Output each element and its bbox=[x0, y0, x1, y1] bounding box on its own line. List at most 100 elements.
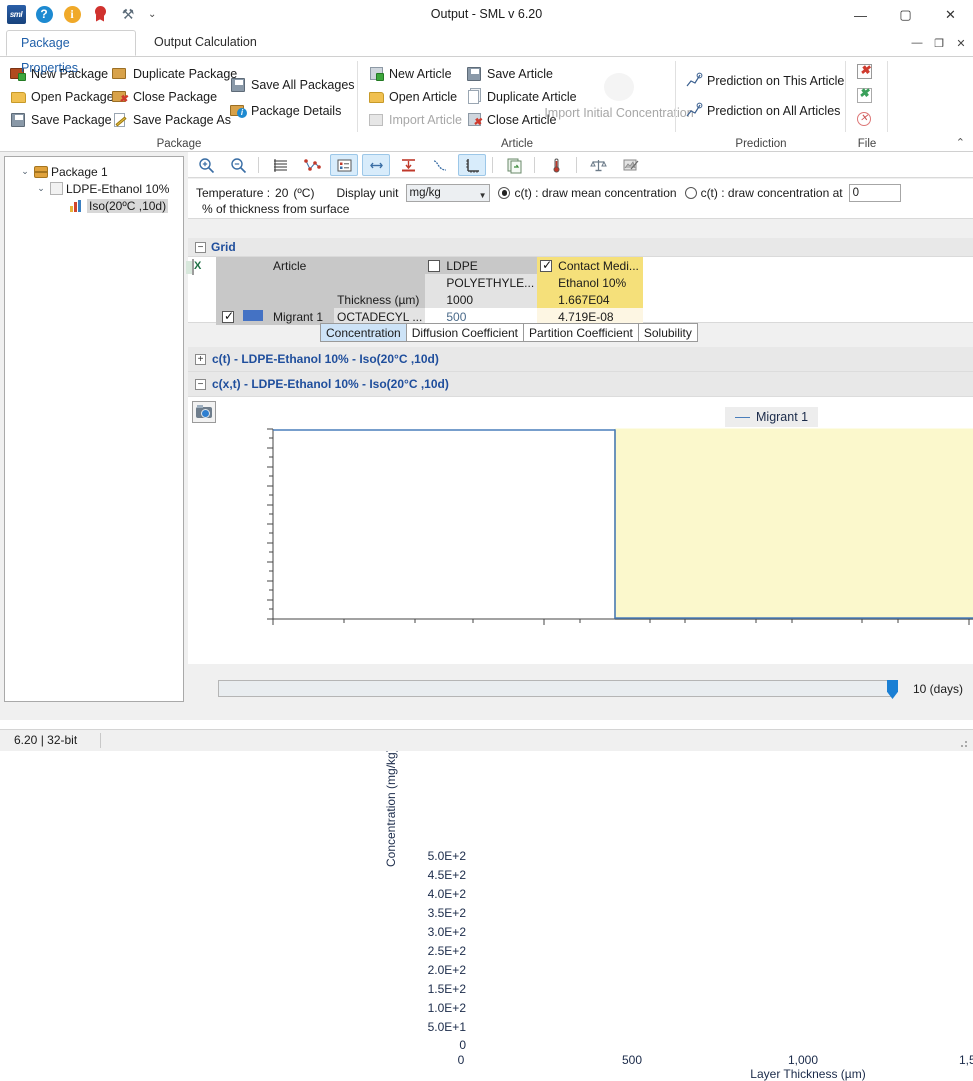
mdi-close-button[interactable]: ✕ bbox=[951, 34, 971, 52]
close-file-button[interactable]: ✖ bbox=[856, 63, 873, 80]
x-axis-range-icon[interactable] bbox=[362, 154, 390, 176]
time-slider-thumb[interactable] bbox=[887, 680, 898, 699]
section-ct[interactable]: + c(t) - LDPE-Ethanol 10% - Iso(20°C ,10… bbox=[188, 347, 973, 372]
package-details-button[interactable]: i Package Details bbox=[230, 102, 341, 119]
prediction-on-all-articles-button[interactable]: Prediction on All Articles bbox=[686, 102, 840, 119]
curve-smooth-icon[interactable] bbox=[426, 154, 454, 176]
chart-plot[interactable] bbox=[188, 397, 973, 664]
ribbon-group-file-label: File bbox=[846, 138, 888, 150]
section-expander-icon[interactable]: − bbox=[195, 379, 206, 390]
duplicate-article-button[interactable]: Duplicate Article bbox=[466, 88, 577, 105]
close-article-button[interactable]: ✖ Close Article bbox=[466, 111, 556, 128]
temperature-icon[interactable] bbox=[542, 154, 570, 176]
copy-chart-icon[interactable] bbox=[500, 154, 528, 176]
medium-material[interactable]: Ethanol 10% bbox=[555, 274, 643, 291]
display-unit-value: mg/kg bbox=[409, 187, 440, 199]
package-tree[interactable]: ⌄ Package 1 ⌄ LDPE-Ethanol 10% Iso(20ºC … bbox=[4, 156, 184, 702]
duplicate-package-button[interactable]: Duplicate Package bbox=[112, 65, 237, 82]
section-cxt[interactable]: − c(x,t) - LDPE-Ethanol 10% - Iso(20°C ,… bbox=[188, 372, 973, 397]
chevron-down-icon[interactable]: ⌄ bbox=[35, 183, 47, 194]
migrant-color-swatch[interactable] bbox=[240, 308, 270, 325]
display-unit-label: Display unit bbox=[336, 186, 398, 200]
mdi-minimize-button[interactable]: — bbox=[907, 34, 927, 52]
layer-checkbox[interactable] bbox=[425, 257, 443, 274]
save-all-packages-button[interactable]: Save All Packages bbox=[230, 76, 355, 93]
save-package-as-button[interactable]: Save Package As bbox=[112, 111, 231, 128]
export-image-icon[interactable] bbox=[616, 154, 644, 176]
tab-output-calculation[interactable]: Output Calculation bbox=[140, 30, 271, 56]
section-expander-icon[interactable]: + bbox=[195, 354, 206, 365]
zoom-out-icon[interactable] bbox=[224, 154, 252, 176]
import-article-icon bbox=[368, 111, 385, 128]
tools-icon[interactable]: ⚒ bbox=[118, 4, 138, 24]
package-details-icon: i bbox=[230, 102, 247, 119]
minimize-button[interactable]: — bbox=[838, 0, 883, 30]
ribbon-group-package-label: Package bbox=[0, 138, 358, 150]
medium-thickness[interactable]: 1.667E04 bbox=[555, 291, 643, 308]
grid-section-label: Grid bbox=[211, 240, 236, 254]
resize-grip[interactable] bbox=[959, 739, 969, 749]
close-file-icon: ✖ bbox=[856, 63, 873, 80]
ribbon-collapse-icon[interactable]: ⌃ bbox=[956, 136, 965, 149]
balance-icon[interactable] bbox=[584, 154, 612, 176]
mdi-restore-button[interactable]: ❐ bbox=[929, 34, 949, 52]
export-excel-button[interactable]: ✖ bbox=[856, 87, 873, 104]
tree-node-package-1[interactable]: ⌄ Package 1 bbox=[9, 163, 179, 180]
tab-concentration[interactable]: Concentration bbox=[320, 323, 407, 342]
open-package-button[interactable]: Open Package bbox=[10, 88, 114, 105]
quick-access-toolbar: sml ? i ⚒ ⌄ bbox=[6, 4, 156, 24]
save-package-button[interactable]: Save Package bbox=[10, 111, 112, 128]
tree-node-iso-simulation[interactable]: Iso(20ºC ,10d) bbox=[9, 197, 179, 214]
chart-toolbar bbox=[188, 152, 973, 178]
import-initial-concentration-button[interactable]: Import Initial Concentration bbox=[573, 71, 665, 120]
tab-partition-coefficient[interactable]: Partition Coefficient bbox=[523, 323, 639, 342]
display-unit-select[interactable]: mg/kg ▼ bbox=[406, 184, 490, 202]
x-tick-label: 500 bbox=[602, 1053, 662, 1067]
chevron-down-icon[interactable]: ⌄ bbox=[19, 166, 31, 177]
open-article-button[interactable]: Open Article bbox=[368, 88, 457, 105]
grid-section-header[interactable]: − Grid bbox=[188, 238, 973, 257]
depth-input[interactable]: 0 bbox=[849, 184, 901, 202]
migrant-checkbox[interactable] bbox=[216, 308, 240, 325]
y-tick-label: 3.0E+2 bbox=[406, 925, 466, 939]
maximize-button[interactable]: ▢ bbox=[883, 0, 928, 30]
grid-article-label: Article bbox=[270, 257, 334, 274]
y-axis-limit-icon[interactable] bbox=[394, 154, 422, 176]
data-points-icon[interactable] bbox=[298, 154, 326, 176]
chart-x-axis-label: Layer Thickness (µm) bbox=[688, 1067, 928, 1081]
grid-lines-icon[interactable] bbox=[266, 154, 294, 176]
close-button[interactable]: ✕ bbox=[928, 0, 973, 30]
layer-thickness[interactable]: 1000 bbox=[443, 291, 537, 308]
save-package-icon bbox=[10, 111, 27, 128]
radio-mean-concentration[interactable] bbox=[498, 187, 510, 199]
quick-access-more-icon[interactable]: ⌄ bbox=[146, 9, 156, 20]
info-icon[interactable]: i bbox=[62, 4, 82, 24]
parameter-bar: Temperature : 20 (ºC) Display unit mg/kg… bbox=[188, 179, 973, 219]
time-slider-track[interactable] bbox=[218, 680, 893, 697]
prediction-on-this-article-button[interactable]: Prediction on This Article bbox=[686, 72, 844, 89]
close-package-button[interactable]: ✖ Close Package bbox=[112, 88, 217, 105]
grid-table-container[interactable]: Article LDPE Contact Medi... POLYETHYL bbox=[188, 257, 973, 322]
help-icon[interactable]: ? bbox=[34, 4, 54, 24]
y-tick-label: 4.5E+2 bbox=[406, 868, 466, 882]
medium-checkbox[interactable] bbox=[537, 257, 555, 274]
temperature-label: Temperature : bbox=[196, 186, 270, 200]
legend-icon[interactable] bbox=[330, 154, 358, 176]
tab-diffusion-coefficient[interactable]: Diffusion Coefficient bbox=[406, 323, 524, 342]
save-article-button[interactable]: Save Article bbox=[466, 65, 553, 82]
import-article-button[interactable]: Import Article bbox=[368, 111, 462, 128]
ribbon-group-prediction: Prediction on This Article Prediction on… bbox=[676, 57, 846, 152]
award-icon[interactable] bbox=[90, 4, 110, 24]
radio-concentration-at[interactable] bbox=[685, 187, 697, 199]
layer-material[interactable]: POLYETHYLE... bbox=[443, 274, 537, 291]
excel-export-icon[interactable] bbox=[192, 260, 194, 274]
tab-package-properties[interactable]: Package Properties bbox=[6, 30, 136, 56]
new-article-button[interactable]: New Article bbox=[368, 65, 452, 82]
axis-scale-icon[interactable] bbox=[458, 154, 486, 176]
zoom-in-icon[interactable] bbox=[192, 154, 220, 176]
tab-solubility[interactable]: Solubility bbox=[638, 323, 698, 342]
grid-expander-icon[interactable]: − bbox=[195, 242, 206, 253]
time-slider-label: 10 (days) bbox=[913, 682, 963, 696]
cancel-button[interactable]: ✕ bbox=[856, 111, 873, 128]
tree-node-ldpe-ethanol[interactable]: ⌄ LDPE-Ethanol 10% bbox=[9, 180, 179, 197]
